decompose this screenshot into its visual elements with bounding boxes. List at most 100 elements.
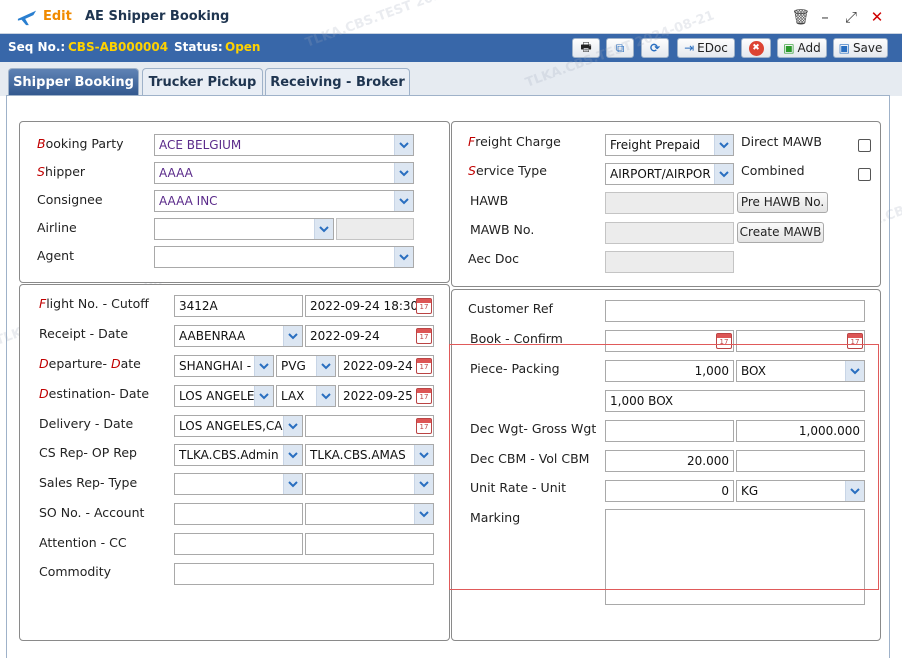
chevron-down-icon — [283, 474, 302, 494]
booking-party-select[interactable]: ACE BELGIUM — [154, 134, 414, 156]
chevron-down-icon — [714, 164, 733, 184]
create-mawb-button[interactable]: Create MAWB — [737, 222, 824, 243]
delivery-date-field[interactable]: 17 — [305, 415, 434, 437]
chevron-down-icon — [845, 361, 864, 381]
cs-rep-label: CS Rep- OP Rep — [39, 445, 137, 460]
calendar-icon[interactable]: 17 — [416, 298, 432, 314]
so-no-field[interactable] — [174, 503, 303, 525]
receipt-label: Receipt - Date — [39, 326, 129, 341]
sales-type-select[interactable] — [305, 473, 434, 495]
weight-label: Dec Wgt- Gross Wgt — [470, 421, 597, 436]
mawb-field — [605, 222, 734, 244]
receipt-select[interactable]: AABENRAA — [174, 325, 303, 347]
departure-select[interactable]: SHANGHAI - — [174, 355, 274, 377]
refresh-icon: ⟳ — [649, 41, 661, 55]
delivery-select[interactable]: LOS ANGELES,CA — [174, 415, 303, 437]
flight-label: Flight No. - Cutoff — [39, 296, 149, 311]
marking-textarea[interactable] — [605, 509, 865, 605]
departure-code-select[interactable]: PVG — [276, 355, 336, 377]
direct-mawb-checkbox[interactable] — [858, 139, 871, 152]
calendar-icon[interactable]: 17 — [416, 418, 432, 434]
account-select[interactable] — [305, 503, 434, 525]
destination-select[interactable]: LOS ANGELES — [174, 385, 274, 407]
calendar-icon[interactable]: 17 — [416, 358, 432, 374]
flight-no-field[interactable]: 3412A — [174, 295, 303, 317]
maximize-icon[interactable]: ⤢ — [842, 8, 860, 26]
shipper-select[interactable]: AAAA — [154, 162, 414, 184]
mawb-label: MAWB No. — [470, 222, 535, 237]
calendar-icon[interactable]: 17 — [416, 388, 432, 404]
service-type-select[interactable]: AIRPORT/AIRPOR — [605, 163, 734, 185]
cs-rep-select[interactable]: TLKA.CBS.Admin — [174, 444, 303, 466]
calendar-icon[interactable]: 17 — [416, 328, 432, 344]
app-window: Edit AE Shipper Booking 🗑 – ⤢ ✕ Seq No.:… — [0, 0, 902, 658]
airline-select[interactable] — [154, 218, 334, 240]
dec-weight-field[interactable] — [605, 420, 734, 442]
agent-select[interactable] — [154, 246, 414, 268]
status-label: Status: — [174, 40, 223, 54]
calendar-icon[interactable]: 17 — [716, 333, 732, 349]
gross-weight-field[interactable]: 1,000.000 — [736, 420, 865, 442]
tab-trucker-pickup[interactable]: Trucker Pickup — [142, 68, 263, 95]
destination-code-select[interactable]: LAX — [276, 385, 336, 407]
save-button[interactable]: ▣ Save — [833, 38, 888, 58]
destination-date-field[interactable]: 2022-09-25 00: 17 — [338, 385, 434, 407]
edoc-label: EDoc — [697, 41, 728, 55]
vol-cbm-field[interactable] — [736, 450, 865, 472]
tab-shipper-booking[interactable]: Shipper Booking — [8, 68, 139, 95]
cancel-button[interactable]: ✖ — [741, 38, 771, 58]
piece-summary-field[interactable]: 1,000 BOX — [605, 390, 865, 412]
direct-mawb-label: Direct MAWB — [741, 134, 822, 149]
save-icon: ▣ — [838, 41, 850, 55]
copy-button[interactable]: ⧉ — [606, 38, 634, 58]
add-button[interactable]: ▣ Add — [777, 38, 827, 58]
print-button[interactable]: 🖶 — [572, 38, 600, 58]
so-no-label: SO No. - Account — [39, 505, 145, 520]
book-date-field[interactable]: 17 — [605, 330, 734, 352]
receipt-date-field[interactable]: 2022-09-24 17 — [305, 325, 434, 347]
confirm-date-field[interactable]: 17 — [736, 330, 865, 352]
close-icon[interactable]: ✕ — [868, 8, 886, 26]
chevron-down-icon — [316, 356, 335, 376]
destination-label: Destination- Date — [39, 386, 150, 401]
refresh-button[interactable]: ⟳ — [641, 38, 669, 58]
cc-field[interactable] — [305, 533, 434, 555]
customer-ref-field[interactable] — [605, 300, 865, 322]
cutoff-date-field[interactable]: 2022-09-24 18:30 17 — [305, 295, 434, 317]
departure-date-field[interactable]: 2022-09-24 18: 17 — [338, 355, 434, 377]
airline-label: Airline — [37, 220, 77, 235]
dec-cbm-field[interactable]: 20.000 — [605, 450, 734, 472]
chevron-down-icon — [283, 416, 302, 436]
op-rep-select[interactable]: TLKA.CBS.AMAS — [305, 444, 434, 466]
packing-select[interactable]: BOX — [736, 360, 865, 382]
freight-charge-select[interactable]: Freight Prepaid — [605, 134, 734, 156]
chevron-down-icon — [394, 135, 413, 155]
unit-select[interactable]: KG — [736, 480, 865, 502]
edoc-button[interactable]: ⇥ EDoc — [677, 38, 735, 58]
sales-rep-label: Sales Rep- Type — [39, 475, 138, 490]
shipper-label: Shipper — [37, 164, 86, 179]
chevron-down-icon — [314, 219, 333, 239]
hawb-label: HAWB — [470, 193, 509, 208]
chevron-down-icon — [283, 326, 302, 346]
chevron-down-icon — [414, 474, 433, 494]
minimize-icon[interactable]: – — [816, 8, 834, 26]
aec-doc-label: Aec Doc — [468, 251, 520, 266]
delivery-label: Delivery - Date — [39, 416, 134, 431]
combined-checkbox[interactable] — [858, 168, 871, 181]
attention-field[interactable] — [174, 533, 303, 555]
unit-rate-field[interactable]: 0 — [605, 480, 734, 502]
piece-packing-label: Piece- Packing — [470, 361, 560, 376]
sales-rep-select[interactable] — [174, 473, 303, 495]
pre-hawb-button[interactable]: Pre HAWB No. — [737, 192, 828, 213]
piece-field[interactable]: 1,000 — [605, 360, 734, 382]
tab-receiving-broker[interactable]: Receiving - Broker — [265, 68, 410, 95]
delete-icon[interactable]: 🗑 — [791, 8, 810, 26]
freight-charge-label: Freight Charge — [468, 134, 561, 149]
consignee-select[interactable]: AAAA INC — [154, 190, 414, 212]
chevron-down-icon — [394, 163, 413, 183]
commodity-field[interactable] — [174, 563, 434, 585]
agent-label: Agent — [37, 248, 74, 263]
combined-label: Combined — [741, 163, 805, 178]
calendar-icon[interactable]: 17 — [847, 333, 863, 349]
